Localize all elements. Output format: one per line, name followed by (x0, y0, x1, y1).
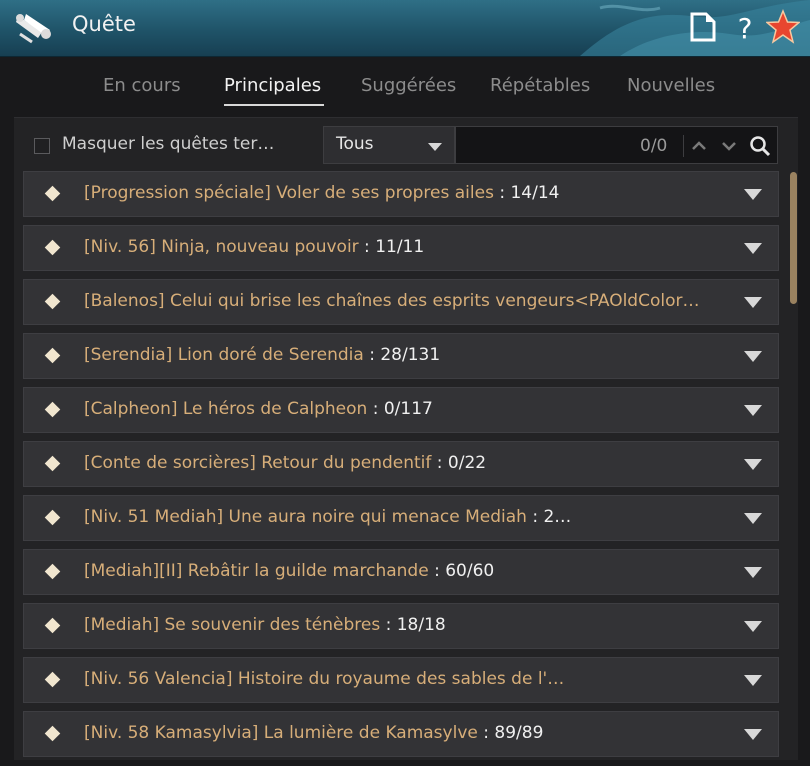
filter-dropdown[interactable]: Tous (323, 126, 455, 164)
tab-repetables[interactable]: Répétables (490, 75, 590, 96)
quest-row[interactable]: [Niv. 51 Mediah] Une aura noire qui mena… (23, 495, 779, 541)
quest-row[interactable]: [Balenos] Celui qui brise les chaînes de… (23, 279, 779, 325)
quest-name: [Progression spéciale] Voler de ses prop… (84, 183, 494, 203)
quest-title: [Progression spéciale] Voler de ses prop… (84, 183, 559, 203)
hide-completed-label: Masquer les quêtes ter… (62, 134, 275, 154)
expand-arrow-icon[interactable] (744, 675, 762, 686)
quest-title: [Balenos] Celui qui brise les chaînes de… (84, 291, 699, 311)
quest-progress: : 0/22 (431, 453, 487, 473)
tab-suggerees[interactable]: Suggérées (361, 75, 456, 96)
quest-title: [Niv. 56] Ninja, nouveau pouvoir : 11/11 (84, 237, 424, 257)
quest-name: [Calpheon] Le héros de Calpheon (84, 399, 368, 419)
expand-arrow-icon[interactable] (744, 621, 762, 632)
quest-name: [Mediah][II] Rebâtir la guilde marchande (84, 561, 429, 581)
quest-title: [Serendia] Lion doré de Serendia : 28/13… (84, 345, 440, 365)
help-icon[interactable]: ? (728, 8, 762, 46)
quest-name: [Serendia] Lion doré de Serendia (84, 345, 364, 365)
quest-progress: : 2… (526, 507, 572, 527)
quest-diamond-icon (44, 347, 61, 364)
quest-title: [Calpheon] Le héros de Calpheon : 0/117 (84, 399, 433, 419)
quest-row[interactable]: [Mediah][II] Rebâtir la guilde marchande… (23, 549, 779, 595)
expand-arrow-icon[interactable] (744, 459, 762, 470)
filter-selected-value: Tous (336, 134, 374, 154)
tab-principales[interactable]: Principales (224, 75, 321, 96)
quest-progress: : 28/131 (363, 345, 441, 365)
quest-name: [Balenos] Celui qui brise les chaînes de… (84, 291, 700, 311)
expand-arrow-icon[interactable] (744, 405, 762, 416)
expand-arrow-icon[interactable] (744, 513, 762, 524)
quest-row[interactable]: [Calpheon] Le héros de Calpheon : 0/117 (23, 387, 779, 433)
scroll-quest-icon (16, 14, 51, 44)
quest-row[interactable]: [Serendia] Lion doré de Serendia : 28/13… (23, 333, 779, 379)
quest-row[interactable]: [Niv. 56] Ninja, nouveau pouvoir : 11/11 (23, 225, 779, 271)
search-box: 0/0 (455, 126, 778, 165)
quest-row[interactable]: [Progression spéciale] Voler de ses prop… (23, 171, 779, 217)
quest-name: [Niv. 58 Kamasylvia] La lumière de Kamas… (84, 723, 478, 743)
quest-row[interactable]: [Niv. 58 Kamasylvia] La lumière de Kamas… (23, 711, 779, 757)
active-tab-underline (224, 104, 324, 106)
quest-row[interactable]: [Niv. 56 Valencia] Histoire du royaume d… (23, 657, 779, 703)
quest-progress: : 0/117 (367, 399, 433, 419)
tab-bar: En cours Principales Suggérées Répétable… (0, 57, 810, 117)
quest-diamond-icon (44, 617, 61, 634)
search-divider (683, 135, 684, 157)
quest-row[interactable]: [Mediah] Se souvenir des ténèbres : 18/1… (23, 603, 779, 649)
search-result-count: 0/0 (640, 136, 668, 156)
quest-title: [Mediah][II] Rebâtir la guilde marchande… (84, 561, 494, 581)
quest-diamond-icon (44, 239, 61, 256)
quest-diamond-icon (44, 671, 61, 688)
quest-name: [Mediah] Se souvenir des ténèbres (84, 615, 381, 635)
quest-diamond-icon (44, 293, 61, 310)
dropdown-arrow-icon (428, 143, 442, 151)
quest-progress: : 11/11 (358, 237, 425, 257)
quest-progress: : 14/14 (493, 183, 560, 203)
quest-title: [Mediah] Se souvenir des ténèbres : 18/1… (84, 615, 446, 635)
expand-arrow-icon[interactable] (744, 567, 762, 578)
quest-diamond-icon (44, 725, 61, 742)
quest-title: [Niv. 51 Mediah] Une aura noire qui mena… (84, 507, 571, 527)
scrollbar-thumb[interactable] (790, 172, 797, 304)
expand-arrow-icon[interactable] (744, 729, 762, 740)
hide-completed-checkbox[interactable] (34, 138, 50, 154)
window-title: Quête (72, 12, 136, 36)
quest-diamond-icon (44, 509, 61, 526)
quest-progress: : 60/60 (428, 561, 495, 581)
chevron-down-icon[interactable] (720, 137, 738, 155)
quest-diamond-icon (44, 185, 61, 202)
quest-title: [Niv. 58 Kamasylvia] La lumière de Kamas… (84, 723, 543, 743)
chevron-up-icon[interactable] (690, 137, 708, 155)
quest-diamond-icon (44, 401, 61, 418)
quest-progress: : 89/89 (477, 723, 544, 743)
document-icon[interactable] (686, 8, 720, 46)
expand-arrow-icon[interactable] (744, 297, 762, 308)
tab-en-cours[interactable]: En cours (103, 75, 181, 96)
svg-text:?: ? (738, 12, 753, 45)
quest-title: [Conte de sorcières] Retour du pendentif… (84, 453, 486, 473)
quest-row[interactable]: [Conte de sorcières] Retour du pendentif… (23, 441, 779, 487)
quest-title: [Niv. 56 Valencia] Histoire du royaume d… (84, 669, 564, 689)
expand-arrow-icon[interactable] (744, 351, 762, 362)
quest-progress: : 18/18 (380, 615, 446, 635)
quest-name: [Conte de sorcières] Retour du pendentif (84, 453, 432, 473)
quest-diamond-icon (44, 563, 61, 580)
search-icon[interactable] (748, 134, 772, 158)
expand-arrow-icon[interactable] (744, 189, 762, 200)
title-bar[interactable]: Quête ? (0, 0, 810, 57)
quest-diamond-icon (44, 455, 61, 472)
quest-name: [Niv. 56 Valencia] Histoire du royaume d… (84, 669, 565, 689)
quest-name: [Niv. 51 Mediah] Une aura noire qui mena… (84, 507, 527, 527)
star-icon[interactable] (766, 8, 800, 46)
quest-name: [Niv. 56] Ninja, nouveau pouvoir (84, 237, 359, 257)
expand-arrow-icon[interactable] (744, 243, 762, 254)
tab-nouvelles[interactable]: Nouvelles (627, 75, 715, 96)
